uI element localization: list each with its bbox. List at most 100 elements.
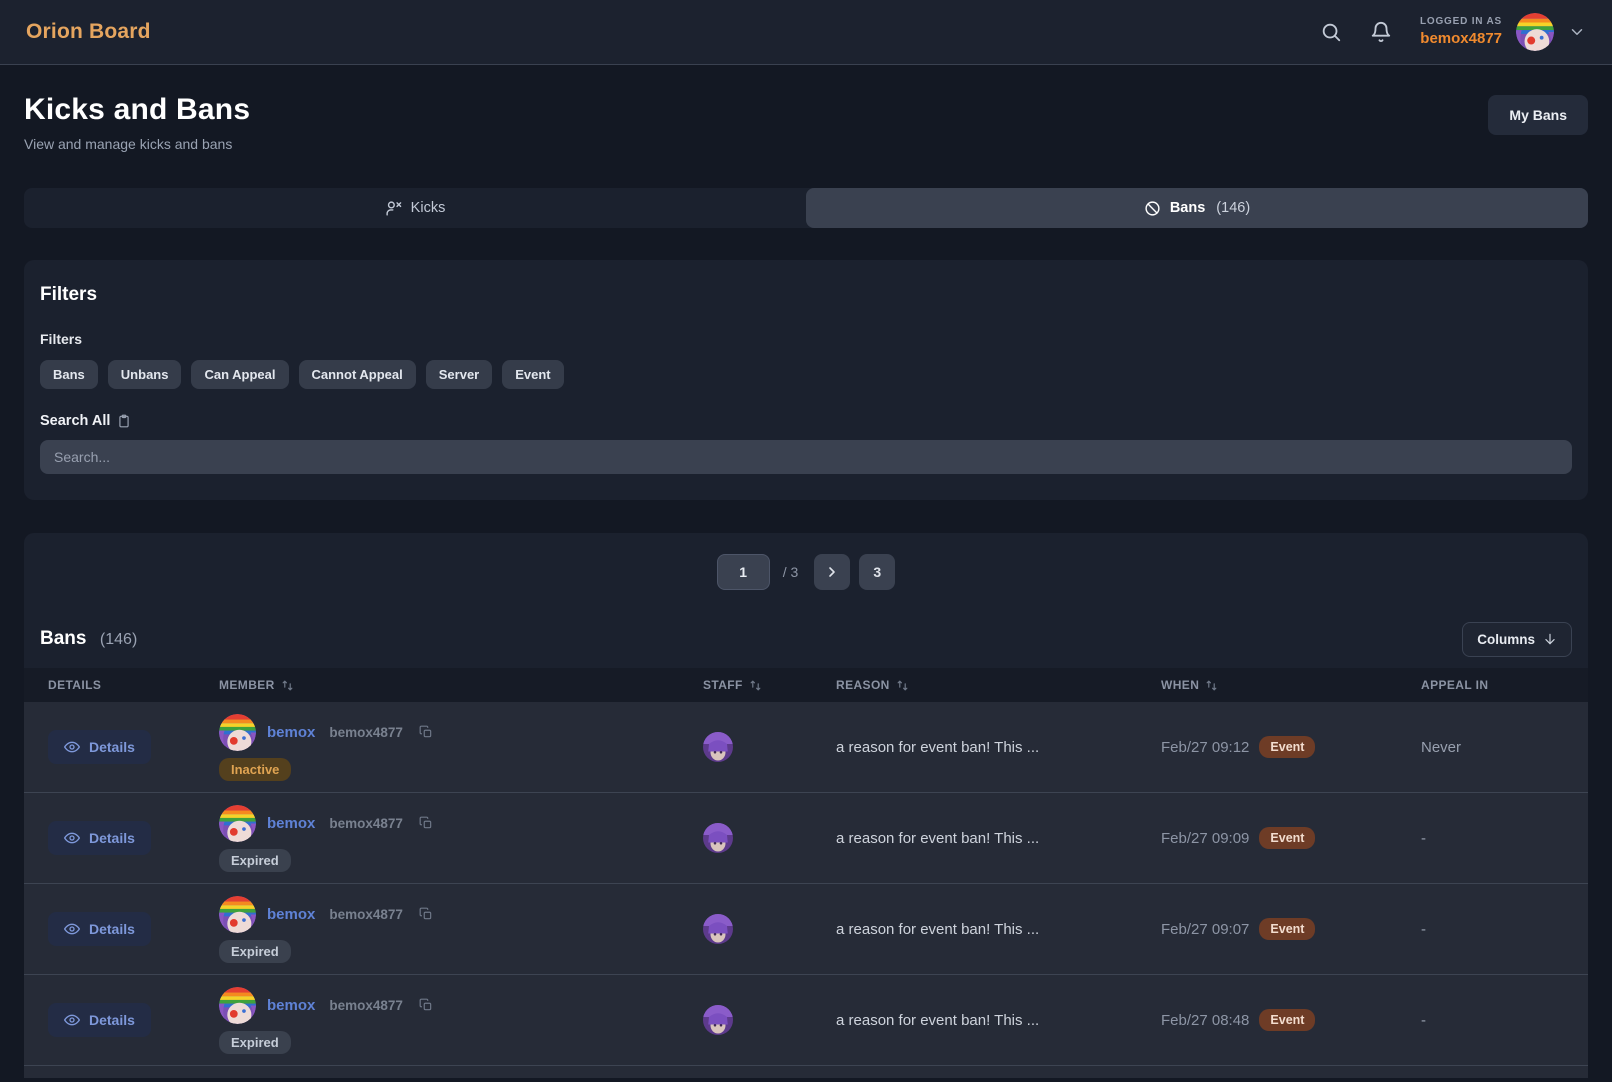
eye-icon (64, 921, 80, 937)
staff-avatar (703, 732, 812, 762)
username: bemox4877 (1420, 29, 1502, 49)
appeal-in-value: - (1397, 1012, 1588, 1029)
details-button[interactable]: Details (48, 1003, 151, 1037)
page-header: Kicks and Bans View and manage kicks and… (24, 93, 1588, 152)
tab-bans-count: (146) (1216, 200, 1250, 216)
columns-button[interactable]: Columns (1462, 622, 1572, 657)
member-avatar (219, 714, 256, 751)
user-menu[interactable]: LOGGED IN AS bemox4877 (1420, 13, 1586, 51)
filters-group-label: Filters (40, 331, 1572, 347)
bell-icon[interactable] (1370, 21, 1392, 43)
filter-chip-server[interactable]: Server (426, 360, 492, 389)
page-total-label: / 3 (783, 564, 799, 580)
status-badge: Expired (219, 940, 291, 963)
status-badge: Inactive (219, 758, 291, 781)
member-name[interactable]: bemox (267, 815, 315, 832)
filter-chips: Bans Unbans Can Appeal Cannot Appeal Ser… (40, 360, 1572, 389)
member-avatar (219, 987, 256, 1024)
appeal-in-value: Never (1397, 739, 1588, 756)
table-count: (146) (100, 631, 137, 648)
topbar: Orion Board LOGGED IN AS bemox4877 (0, 0, 1612, 65)
details-button[interactable]: Details (48, 730, 151, 764)
member-name[interactable]: bemox (267, 724, 315, 741)
column-header-member[interactable]: MEMBER (195, 678, 679, 692)
chevron-down-icon[interactable] (1568, 23, 1586, 41)
member-avatar (219, 896, 256, 933)
details-button[interactable]: Details (48, 912, 151, 946)
table-row: Details bemox bemox4877 Inactive a reaso… (24, 702, 1588, 793)
filter-chip-unbans[interactable]: Unbans (108, 360, 182, 389)
column-header-appeal-in: APPEAL IN (1397, 678, 1588, 692)
filter-chip-event[interactable]: Event (502, 360, 563, 389)
copy-icon[interactable] (419, 725, 433, 739)
my-bans-button[interactable]: My Bans (1488, 95, 1588, 135)
member-tag: bemox4877 (329, 816, 403, 831)
member-avatar (219, 805, 256, 842)
staff-avatar (703, 1005, 812, 1035)
event-badge: Event (1259, 736, 1315, 758)
status-badge: Expired (219, 1031, 291, 1054)
copy-icon[interactable] (419, 907, 433, 921)
member-name[interactable]: bemox (267, 906, 315, 923)
staff-avatar (703, 823, 812, 853)
reason-text: a reason for event ban! This ... (812, 739, 1137, 756)
tab-kicks[interactable]: Kicks (24, 188, 806, 228)
table-row-partial (24, 1066, 1588, 1078)
current-page-input[interactable] (717, 554, 770, 590)
sort-icon (1205, 679, 1218, 692)
member-name[interactable]: bemox (267, 997, 315, 1014)
member-tag: bemox4877 (329, 907, 403, 922)
filter-chip-bans[interactable]: Bans (40, 360, 98, 389)
column-header-when[interactable]: WHEN (1137, 678, 1397, 692)
member-tag: bemox4877 (329, 725, 403, 740)
table-section-header: Bans (146) Columns (24, 610, 1588, 668)
copy-icon[interactable] (419, 998, 433, 1012)
chevron-right-icon (824, 564, 840, 580)
search-all-label: Search All (40, 413, 110, 429)
column-header-staff[interactable]: STAFF (679, 678, 812, 692)
search-icon[interactable] (1320, 21, 1342, 43)
details-button[interactable]: Details (48, 821, 151, 855)
page-subtitle: View and manage kicks and bans (24, 136, 250, 152)
next-page-button[interactable] (814, 554, 850, 590)
tab-kicks-label: Kicks (411, 200, 446, 216)
eye-icon (64, 1012, 80, 1028)
arrow-down-icon (1543, 632, 1557, 646)
table-title: Bans (40, 628, 86, 649)
sort-icon (749, 679, 762, 692)
reason-text: a reason for event ban! This ... (812, 921, 1137, 938)
sort-icon (281, 679, 294, 692)
reason-text: a reason for event ban! This ... (812, 830, 1137, 847)
column-header-details: DETAILS (24, 678, 195, 692)
member-tag: bemox4877 (329, 998, 403, 1013)
avatar[interactable] (1516, 13, 1554, 51)
ban-icon (1144, 200, 1161, 217)
event-badge: Event (1259, 827, 1315, 849)
table-row: Details bemox bemox4877 Expired a reason… (24, 975, 1588, 1066)
staff-avatar (703, 914, 812, 944)
app-logo[interactable]: Orion Board (26, 20, 151, 44)
table-row: Details bemox bemox4877 Expired a reason… (24, 884, 1588, 975)
last-page-button[interactable]: 3 (859, 554, 895, 590)
search-input[interactable] (40, 440, 1572, 474)
table-row: Details bemox bemox4877 Expired a reason… (24, 793, 1588, 884)
filters-card-title: Filters (40, 284, 1572, 306)
eye-icon (64, 830, 80, 846)
event-badge: Event (1259, 1009, 1315, 1031)
clipboard-icon[interactable] (117, 414, 131, 428)
filter-chip-cannot-appeal[interactable]: Cannot Appeal (299, 360, 416, 389)
tab-bar: Kicks Bans (146) (24, 188, 1588, 228)
event-badge: Event (1259, 918, 1315, 940)
when-timestamp: Feb/27 09:12 (1161, 739, 1249, 756)
bans-table-card: / 3 3 Bans (146) Columns DETAILS MEM (24, 533, 1588, 1078)
filter-chip-can-appeal[interactable]: Can Appeal (191, 360, 288, 389)
copy-icon[interactable] (419, 816, 433, 830)
tab-bans[interactable]: Bans (146) (806, 188, 1588, 228)
column-header-reason[interactable]: REASON (812, 678, 1137, 692)
table-header-row: DETAILS MEMBER STAFF REASON WHEN APPEAL … (24, 668, 1588, 702)
when-timestamp: Feb/27 09:07 (1161, 921, 1249, 938)
filters-card: Filters Filters Bans Unbans Can Appeal C… (24, 260, 1588, 500)
user-x-icon (385, 200, 402, 217)
reason-text: a reason for event ban! This ... (812, 1012, 1137, 1029)
page-title: Kicks and Bans (24, 93, 250, 127)
